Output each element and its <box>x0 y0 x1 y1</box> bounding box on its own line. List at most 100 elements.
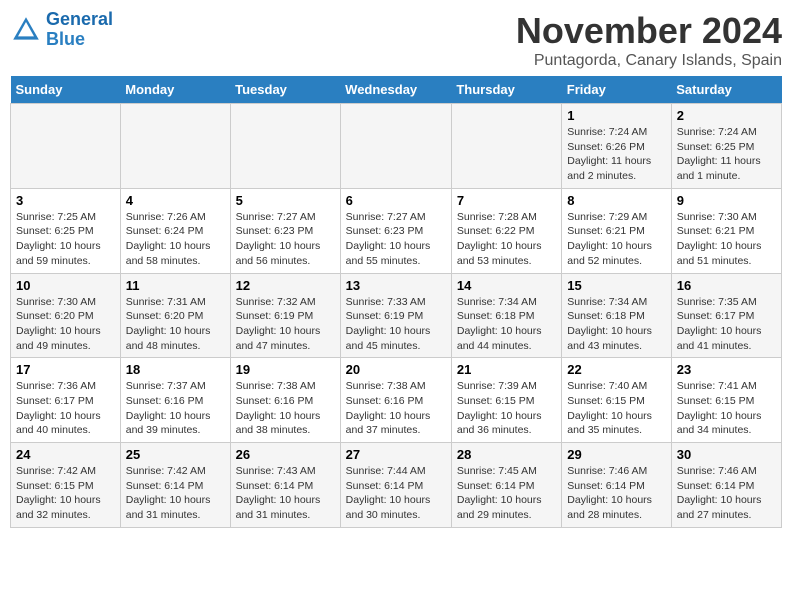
day-number: 25 <box>126 447 225 462</box>
day-number: 1 <box>567 108 665 123</box>
page-header: General Blue November 2024 Puntagorda, C… <box>10 10 782 70</box>
calendar-cell: 30 Sunrise: 7:46 AM Sunset: 6:14 PM Dayli… <box>671 443 781 528</box>
weekday-header-monday: Monday <box>120 76 230 104</box>
calendar-cell: 3 Sunrise: 7:25 AM Sunset: 6:25 PM Daylig… <box>11 188 121 273</box>
day-number: 8 <box>567 193 665 208</box>
weekday-header-thursday: Thursday <box>451 76 561 104</box>
day-number: 11 <box>126 278 225 293</box>
day-info: Sunrise: 7:42 AM Sunset: 6:14 PM Dayligh… <box>126 464 225 523</box>
calendar-cell: 18Sunrise: 7:37 AM Sunset: 6:16 PM Dayli… <box>120 358 230 443</box>
calendar-table: SundayMondayTuesdayWednesdayThursdayFrid… <box>10 76 782 528</box>
day-number: 21 <box>457 362 556 377</box>
day-info: Sunrise: 7:38 AM Sunset: 6:16 PM Dayligh… <box>236 379 335 438</box>
day-info: Sunrise: 7:24 AM Sunset: 6:25 PM Dayligh… <box>677 125 776 184</box>
calendar-cell <box>451 104 561 189</box>
calendar-cell: 27 Sunrise: 7:44 AM Sunset: 6:14 PM Dayli… <box>340 443 451 528</box>
day-info: Sunrise: 7:37 AM Sunset: 6:16 PM Dayligh… <box>126 379 225 438</box>
calendar-cell: 12Sunrise: 7:32 AM Sunset: 6:19 PM Dayli… <box>230 273 340 358</box>
day-number: 22 <box>567 362 665 377</box>
day-info: Sunrise: 7:36 AM Sunset: 6:17 PM Dayligh… <box>16 379 115 438</box>
day-info: Sunrise: 7:30 AM Sunset: 6:20 PM Dayligh… <box>16 295 115 354</box>
calendar-cell: 24Sunrise: 7:42 AM Sunset: 6:15 PM Dayli… <box>11 443 121 528</box>
day-info: Sunrise: 7:27 AM Sunset: 6:23 PM Dayligh… <box>346 210 446 269</box>
day-info: Sunrise: 7:28 AM Sunset: 6:22 PM Dayligh… <box>457 210 556 269</box>
day-info: Sunrise: 7:38 AM Sunset: 6:16 PM Dayligh… <box>346 379 446 438</box>
week-row-1: 1 Sunrise: 7:24 AM Sunset: 6:26 PM Daylig… <box>11 104 782 189</box>
day-info: Sunrise: 7:34 AM Sunset: 6:18 PM Dayligh… <box>567 295 665 354</box>
day-number: 23 <box>677 362 776 377</box>
day-info: Sunrise: 7:26 AM Sunset: 6:24 PM Dayligh… <box>126 210 225 269</box>
title-block: November 2024 Puntagorda, Canary Islands… <box>516 10 782 70</box>
weekday-header-sunday: Sunday <box>11 76 121 104</box>
logo-line1: General <box>46 9 113 29</box>
day-info: Sunrise: 7:46 AM Sunset: 6:14 PM Dayligh… <box>677 464 776 523</box>
day-info: Sunrise: 7:33 AM Sunset: 6:19 PM Dayligh… <box>346 295 446 354</box>
day-number: 17 <box>16 362 115 377</box>
weekday-header-tuesday: Tuesday <box>230 76 340 104</box>
day-info: Sunrise: 7:46 AM Sunset: 6:14 PM Dayligh… <box>567 464 665 523</box>
day-number: 14 <box>457 278 556 293</box>
calendar-cell: 1 Sunrise: 7:24 AM Sunset: 6:26 PM Daylig… <box>562 104 671 189</box>
calendar-cell: 28 Sunrise: 7:45 AM Sunset: 6:14 PM Dayli… <box>451 443 561 528</box>
day-number: 3 <box>16 193 115 208</box>
day-number: 7 <box>457 193 556 208</box>
calendar-cell: 14Sunrise: 7:34 AM Sunset: 6:18 PM Dayli… <box>451 273 561 358</box>
day-number: 16 <box>677 278 776 293</box>
day-number: 30 <box>677 447 776 462</box>
day-number: 5 <box>236 193 335 208</box>
day-info: Sunrise: 7:35 AM Sunset: 6:17 PM Dayligh… <box>677 295 776 354</box>
calendar-cell: 23 Sunrise: 7:41 AM Sunset: 6:15 PM Dayli… <box>671 358 781 443</box>
calendar-cell <box>11 104 121 189</box>
weekday-header-row: SundayMondayTuesdayWednesdayThursdayFrid… <box>11 76 782 104</box>
day-info: Sunrise: 7:24 AM Sunset: 6:26 PM Dayligh… <box>567 125 665 184</box>
day-number: 13 <box>346 278 446 293</box>
day-info: Sunrise: 7:29 AM Sunset: 6:21 PM Dayligh… <box>567 210 665 269</box>
calendar-cell: 29Sunrise: 7:46 AM Sunset: 6:14 PM Dayli… <box>562 443 671 528</box>
location: Puntagorda, Canary Islands, Spain <box>516 52 782 70</box>
calendar-cell: 9Sunrise: 7:30 AM Sunset: 6:21 PM Daylig… <box>671 188 781 273</box>
calendar-cell: 22 Sunrise: 7:40 AM Sunset: 6:15 PM Dayli… <box>562 358 671 443</box>
day-info: Sunrise: 7:43 AM Sunset: 6:14 PM Dayligh… <box>236 464 335 523</box>
calendar-cell: 6 Sunrise: 7:27 AM Sunset: 6:23 PM Daylig… <box>340 188 451 273</box>
calendar-cell: 17 Sunrise: 7:36 AM Sunset: 6:17 PM Dayli… <box>11 358 121 443</box>
day-info: Sunrise: 7:25 AM Sunset: 6:25 PM Dayligh… <box>16 210 115 269</box>
calendar-cell <box>120 104 230 189</box>
calendar-cell: 15 Sunrise: 7:34 AM Sunset: 6:18 PM Dayli… <box>562 273 671 358</box>
calendar-cell <box>230 104 340 189</box>
calendar-cell: 16 Sunrise: 7:35 AM Sunset: 6:17 PM Dayli… <box>671 273 781 358</box>
logo-text: General Blue <box>46 10 113 50</box>
calendar-cell: 2 Sunrise: 7:24 AM Sunset: 6:25 PM Daylig… <box>671 104 781 189</box>
day-info: Sunrise: 7:39 AM Sunset: 6:15 PM Dayligh… <box>457 379 556 438</box>
day-number: 4 <box>126 193 225 208</box>
calendar-body: 1 Sunrise: 7:24 AM Sunset: 6:26 PM Daylig… <box>11 104 782 528</box>
day-number: 27 <box>346 447 446 462</box>
day-info: Sunrise: 7:41 AM Sunset: 6:15 PM Dayligh… <box>677 379 776 438</box>
calendar-cell: 11 Sunrise: 7:31 AM Sunset: 6:20 PM Dayli… <box>120 273 230 358</box>
calendar-cell: 4 Sunrise: 7:26 AM Sunset: 6:24 PM Daylig… <box>120 188 230 273</box>
day-info: Sunrise: 7:45 AM Sunset: 6:14 PM Dayligh… <box>457 464 556 523</box>
day-info: Sunrise: 7:44 AM Sunset: 6:14 PM Dayligh… <box>346 464 446 523</box>
calendar-cell: 13 Sunrise: 7:33 AM Sunset: 6:19 PM Dayli… <box>340 273 451 358</box>
day-number: 15 <box>567 278 665 293</box>
calendar-cell: 7 Sunrise: 7:28 AM Sunset: 6:22 PM Daylig… <box>451 188 561 273</box>
calendar-cell: 8 Sunrise: 7:29 AM Sunset: 6:21 PM Daylig… <box>562 188 671 273</box>
calendar-cell: 25 Sunrise: 7:42 AM Sunset: 6:14 PM Dayli… <box>120 443 230 528</box>
day-number: 12 <box>236 278 335 293</box>
logo: General Blue <box>10 10 113 50</box>
day-info: Sunrise: 7:30 AM Sunset: 6:21 PM Dayligh… <box>677 210 776 269</box>
day-number: 6 <box>346 193 446 208</box>
day-number: 2 <box>677 108 776 123</box>
calendar-cell: 19Sunrise: 7:38 AM Sunset: 6:16 PM Dayli… <box>230 358 340 443</box>
calendar-cell: 5 Sunrise: 7:27 AM Sunset: 6:23 PM Daylig… <box>230 188 340 273</box>
calendar-cell: 10Sunrise: 7:30 AM Sunset: 6:20 PM Dayli… <box>11 273 121 358</box>
day-info: Sunrise: 7:27 AM Sunset: 6:23 PM Dayligh… <box>236 210 335 269</box>
calendar-cell: 20 Sunrise: 7:38 AM Sunset: 6:16 PM Dayli… <box>340 358 451 443</box>
calendar-cell: 26Sunrise: 7:43 AM Sunset: 6:14 PM Dayli… <box>230 443 340 528</box>
day-info: Sunrise: 7:40 AM Sunset: 6:15 PM Dayligh… <box>567 379 665 438</box>
day-number: 28 <box>457 447 556 462</box>
day-info: Sunrise: 7:42 AM Sunset: 6:15 PM Dayligh… <box>16 464 115 523</box>
week-row-4: 17 Sunrise: 7:36 AM Sunset: 6:17 PM Dayli… <box>11 358 782 443</box>
day-info: Sunrise: 7:31 AM Sunset: 6:20 PM Dayligh… <box>126 295 225 354</box>
day-number: 20 <box>346 362 446 377</box>
month-title: November 2024 <box>516 10 782 52</box>
